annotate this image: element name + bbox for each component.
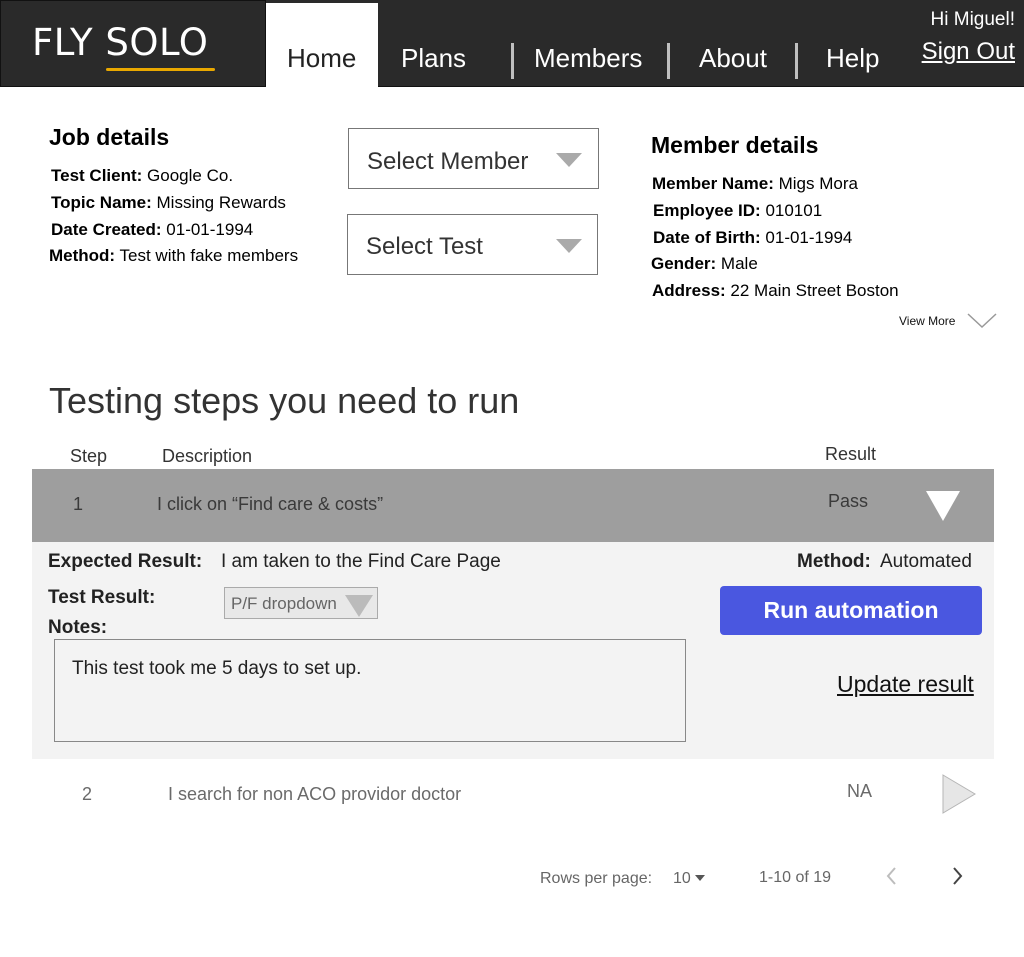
nav-home[interactable]: Home: [287, 43, 356, 73]
table-row[interactable]: 1 I click on “Find care & costs” Pass: [32, 469, 994, 542]
job-field-topic-name: Topic Name: Missing Rewards: [51, 193, 286, 213]
field-label: Date Created:: [51, 220, 162, 239]
step-description: I click on “Find care & costs”: [157, 494, 384, 514]
user-greeting: Hi Miguel!: [930, 9, 1015, 30]
logo-text: FLY SOLO: [32, 21, 209, 64]
member-field-gender: Gender: Male: [651, 254, 758, 274]
method-value: Automated: [880, 551, 972, 572]
step-result: NA: [847, 781, 873, 801]
notes-textarea[interactable]: This test took me 5 days to set up.: [54, 639, 686, 742]
top-nav-bar: FLY SOLO Home Plans Members About Help H…: [0, 0, 1024, 87]
step-description: I search for non ACO providor doctor: [168, 784, 462, 804]
nav-about[interactable]: About: [699, 43, 767, 73]
field-value: 22 Main Street Boston: [730, 281, 899, 300]
pagination-range: 1-10 of 19: [759, 869, 832, 886]
nav-members[interactable]: Members: [534, 43, 642, 73]
job-field-method: Method: Test with fake members: [49, 246, 298, 266]
select-test-dropdown[interactable]: Select Test: [347, 214, 598, 275]
member-field-address: Address: 22 Main Street Boston: [652, 281, 899, 301]
nav-help[interactable]: Help: [826, 43, 879, 73]
field-label: Test Client:: [51, 166, 143, 185]
test-result-label: Test Result:: [48, 587, 156, 608]
column-header-step: Step: [70, 446, 108, 466]
notes-label: Notes:: [48, 617, 108, 638]
field-label: Address:: [652, 281, 726, 300]
step-number: 2: [82, 784, 93, 804]
view-more-link[interactable]: View More: [899, 314, 955, 328]
nav-separator: [511, 43, 514, 79]
member-field-dob: Date of Birth: 01-01-1994: [653, 228, 852, 248]
expected-result-value: I am taken to the Find Care Page: [221, 551, 501, 572]
expected-result-label: Expected Result:: [48, 551, 203, 572]
step-number: 1: [73, 494, 84, 514]
chevron-down-icon: [345, 595, 373, 617]
select-member-dropdown[interactable]: Select Member: [348, 128, 599, 189]
job-details-title: Job details: [49, 124, 170, 150]
step-result: Pass: [828, 491, 869, 511]
rows-per-page-value: 10: [673, 870, 691, 887]
chevron-right-icon[interactable]: [946, 865, 968, 887]
field-label: Member Name:: [652, 174, 774, 193]
member-field-employee-id: Employee ID: 010101: [653, 201, 822, 221]
nav-separator: [667, 43, 670, 79]
table-row[interactable]: 2 I search for non ACO providor doctor N…: [32, 759, 994, 829]
steps-title: Testing steps you need to run: [49, 380, 520, 421]
field-label: Topic Name:: [51, 193, 152, 212]
field-value: 01-01-1994: [765, 228, 853, 247]
field-label: Employee ID:: [653, 201, 761, 220]
field-value: 01-01-1994: [166, 220, 254, 239]
field-value: 010101: [765, 201, 823, 220]
update-result-link[interactable]: Update result: [837, 671, 974, 697]
nav-plans[interactable]: Plans: [401, 43, 466, 73]
field-value: Male: [720, 254, 758, 273]
run-automation-button[interactable]: Run automation: [720, 586, 982, 635]
select-test-label: Select Test: [366, 233, 483, 260]
logo-underline: [106, 68, 215, 71]
field-value: Migs Mora: [778, 174, 858, 193]
rows-per-page-label: Rows per page:: [540, 870, 653, 887]
step-detail-panel: Expected Result: I am taken to the Find …: [32, 542, 994, 759]
member-field-name: Member Name: Migs Mora: [652, 174, 858, 194]
member-details-title: Member details: [651, 132, 819, 158]
field-label: Method:: [49, 246, 116, 265]
sign-out-link[interactable]: Sign Out: [922, 38, 1015, 66]
logo[interactable]: FLY SOLO: [0, 0, 266, 87]
job-field-date-created: Date Created: 01-01-1994: [51, 220, 253, 240]
pass-fail-dropdown[interactable]: P/F dropdown: [224, 587, 378, 619]
field-label: Gender:: [651, 254, 717, 273]
chevron-down-icon[interactable]: [967, 312, 997, 330]
column-header-description: Description: [162, 446, 253, 466]
collapse-triangle-icon[interactable]: [926, 491, 960, 521]
field-value: Test with fake members: [119, 246, 299, 265]
nav-separator: [795, 43, 798, 79]
select-member-label: Select Member: [367, 148, 529, 175]
chevron-down-icon: [556, 239, 582, 253]
field-label: Date of Birth:: [653, 228, 761, 247]
expand-triangle-icon[interactable]: [942, 774, 976, 814]
field-value: Google Co.: [147, 166, 234, 185]
caret-down-icon: [695, 875, 705, 881]
column-header-result: Result: [825, 444, 877, 464]
chevron-down-icon: [556, 153, 582, 167]
pass-fail-dropdown-label: P/F dropdown: [231, 594, 337, 613]
rows-per-page-select[interactable]: 10: [673, 868, 713, 888]
field-value: Missing Rewards: [156, 193, 286, 212]
chevron-left-icon[interactable]: [881, 865, 903, 887]
method-label: Method:: [797, 551, 871, 572]
job-field-test-client: Test Client: Google Co.: [51, 166, 233, 186]
